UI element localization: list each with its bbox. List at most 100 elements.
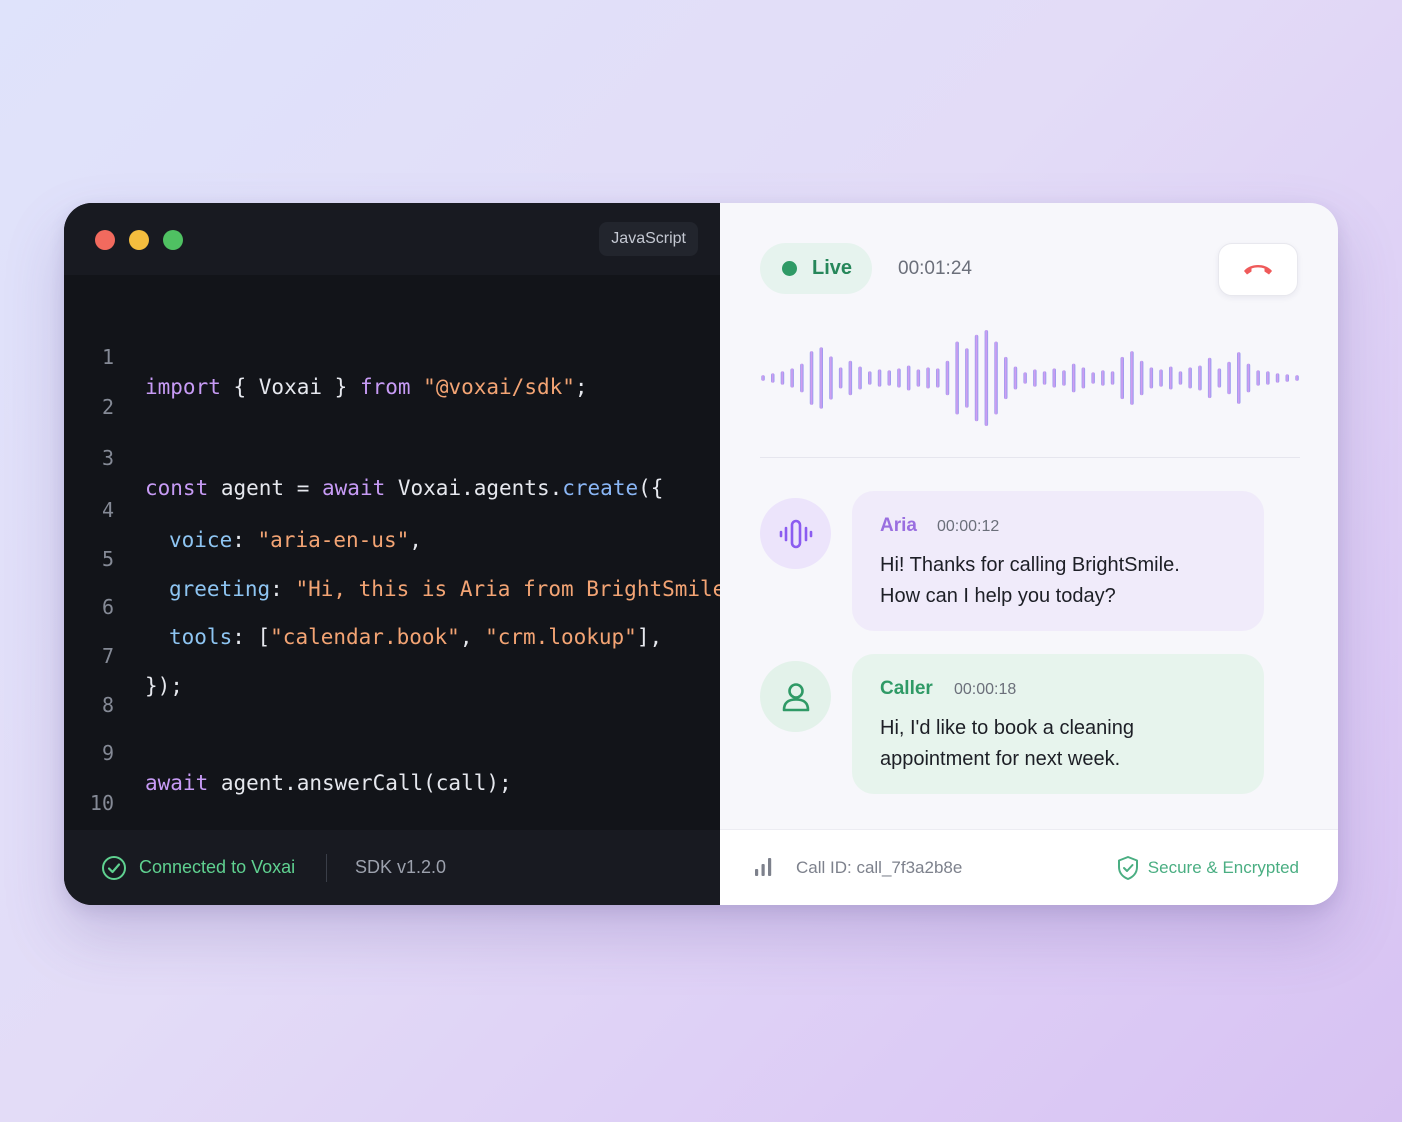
waveform-bar <box>1052 368 1056 388</box>
agent-avatar <box>760 498 831 569</box>
code-line-7: 7 }); <box>64 611 720 698</box>
waveform-bar <box>1023 372 1027 384</box>
waveform-bar <box>838 367 843 389</box>
waveform-bar <box>819 347 823 409</box>
line-number: 10 <box>89 791 114 815</box>
waveform-bar <box>1004 356 1008 400</box>
waveform-bar <box>897 368 901 388</box>
message-line: How can I help you today? <box>880 585 1116 607</box>
waveform-bar <box>1275 373 1280 383</box>
waveform-bar <box>1130 351 1134 405</box>
waveform-bar <box>790 368 794 388</box>
waveform-bar <box>1120 356 1124 400</box>
security-status: Secure & Encrypted <box>1147 858 1299 877</box>
waveform-bar <box>984 330 989 426</box>
waveform-bar <box>761 375 765 381</box>
caller-message-bubble: Caller 00:00:18 Hi, I'd like to book a c… <box>852 654 1264 794</box>
caller-avatar <box>760 661 831 732</box>
waveform-bar <box>926 367 930 389</box>
call-duration: 00:01:24 <box>898 258 972 279</box>
sdk-version: SDK v1.2.0 <box>355 857 447 877</box>
waveform-bar <box>858 366 862 390</box>
waveform-bar <box>1081 367 1086 389</box>
waveform-bar <box>1169 366 1173 390</box>
maximize-window-button[interactable] <box>163 230 183 250</box>
code-line-1: 1 import { Voxai } from "@voxai/sdk"; <box>64 312 720 399</box>
call-id[interactable]: Call ID: call_7f3a2b8e <box>796 830 962 905</box>
waveform-bar <box>1071 363 1076 393</box>
waveform-bar <box>848 360 853 396</box>
speaker-name: Caller <box>880 678 933 699</box>
waveform-bar <box>1033 369 1037 387</box>
waveform-bar <box>1295 375 1299 381</box>
language-badge[interactable]: JavaScript <box>599 222 698 256</box>
waveform-bar <box>800 363 804 393</box>
shield-check-icon <box>1118 856 1138 880</box>
waveform-bar <box>916 369 921 387</box>
waveform-bar <box>1246 363 1251 393</box>
waveform-bar <box>1256 370 1260 386</box>
waveform-bar <box>965 348 969 408</box>
live-label: Live <box>812 257 853 279</box>
voice-wave-icon <box>779 519 813 549</box>
waveform-bar <box>974 334 979 422</box>
code-line-8: 8 <box>64 660 720 717</box>
code-line-4: 4 voice: "aria-en-us", <box>64 465 720 552</box>
section-divider <box>760 457 1300 458</box>
editor-titlebar: JavaScript <box>64 203 720 275</box>
code-line-2: 2 <box>64 362 720 419</box>
waveform-bar <box>809 351 814 405</box>
user-icon <box>782 683 810 712</box>
waveform-bar <box>1139 360 1144 396</box>
app-window: JavaScript 1 import { Voxai } from "@vox… <box>64 203 1338 905</box>
message-text: Hi, I'd like to book a cleaning appointm… <box>880 713 1250 775</box>
check-circle-icon <box>102 856 126 880</box>
message-timestamp: 00:00:12 <box>937 518 1000 535</box>
waveform-bar <box>1159 369 1163 387</box>
signal-bars-icon <box>755 858 772 876</box>
waveform-bar <box>1227 361 1231 395</box>
waveform-bar <box>1062 370 1066 386</box>
code-line-9: 9 await agent.answerCall(call); <box>64 708 720 795</box>
message-line: Hi! Thanks for calling BrightSmile. <box>880 554 1180 576</box>
agent-message-bubble: Aria 00:00:12 Hi! Thanks for calling Bri… <box>852 491 1264 631</box>
waveform-bar <box>936 368 940 388</box>
live-status-badge: Live <box>760 243 872 294</box>
waveform-bar <box>1091 372 1095 384</box>
waveform-bar <box>1013 366 1018 390</box>
message-line: appointment for next week. <box>880 748 1121 770</box>
close-window-button[interactable] <box>95 230 115 250</box>
waveform-bar <box>771 373 775 383</box>
audio-waveform <box>761 330 1299 426</box>
waveform-bar <box>1198 365 1202 391</box>
waveform-bar <box>955 341 959 415</box>
message-line: Hi, I'd like to book a cleaning <box>880 717 1134 739</box>
status-divider <box>326 854 327 882</box>
code-line-5: 5 greeting: "Hi, this is Aria from Brigh… <box>64 514 763 601</box>
connection-status: Connected to Voxai <box>139 857 296 877</box>
waveform-bar <box>1266 371 1270 385</box>
waveform-bar <box>1042 371 1047 385</box>
waveform-bar <box>994 341 998 415</box>
waveform-bar <box>1237 352 1241 404</box>
waveform-bar <box>1178 371 1183 385</box>
live-indicator-dot <box>782 261 797 276</box>
message-timestamp: 00:00:18 <box>954 681 1017 698</box>
code-line-3: 3 const agent = await Voxai.agents.creat… <box>64 413 720 500</box>
waveform-bar <box>780 371 785 385</box>
waveform-bar <box>945 360 950 396</box>
waveform-bar <box>1188 367 1192 389</box>
speaker-name: Aria <box>880 515 917 536</box>
waveform-bar <box>829 356 833 400</box>
waveform-bar <box>906 365 911 391</box>
waveform-bar <box>868 371 872 385</box>
phone-hangup-icon <box>1244 265 1272 275</box>
minimize-window-button[interactable] <box>129 230 149 250</box>
waveform-bar <box>877 369 882 387</box>
hang-up-button[interactable] <box>1218 243 1298 296</box>
editor-status-bar: Connected to Voxai SDK v1.2.0 <box>64 830 720 905</box>
waveform-bar <box>1149 367 1154 389</box>
message-text: Hi! Thanks for calling BrightSmile. How … <box>880 550 1250 612</box>
code-line-10: 10 <box>64 758 720 815</box>
waveform-bar <box>887 370 891 386</box>
